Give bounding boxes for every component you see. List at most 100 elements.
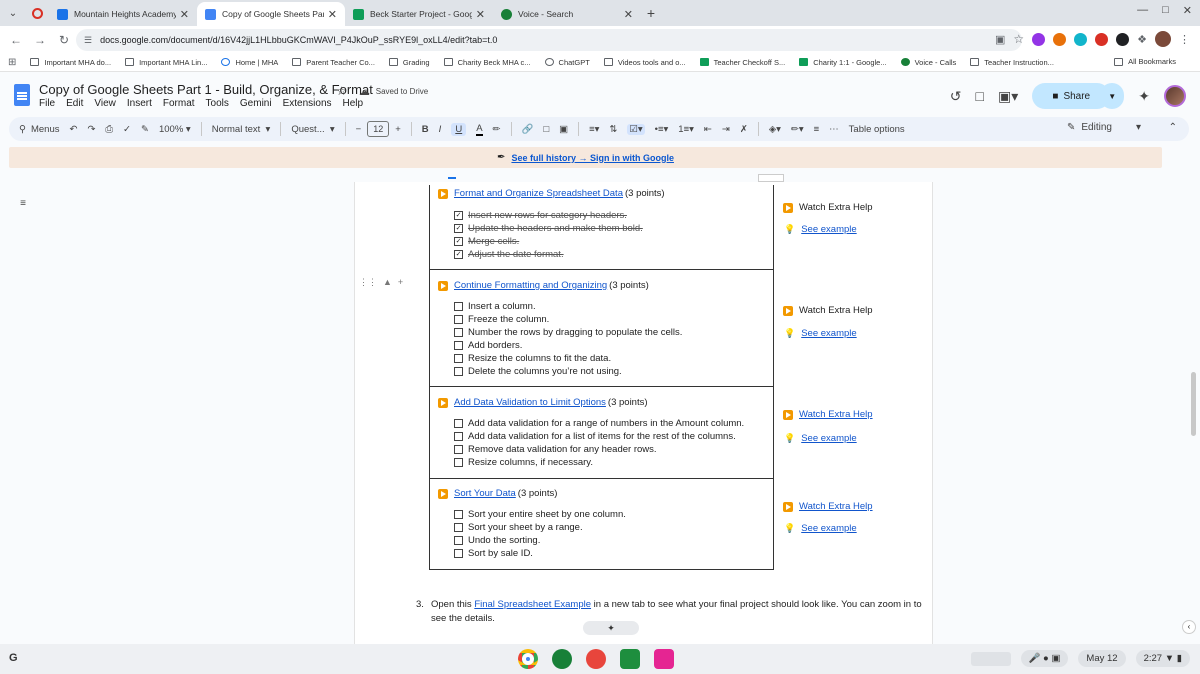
bookmark-star-icon[interactable]: ☆: [1013, 32, 1024, 46]
collapse-toolbar-icon[interactable]: ⌃: [1169, 122, 1177, 133]
image-icon[interactable]: ▣: [559, 124, 568, 135]
checkbox[interactable]: [454, 341, 463, 350]
line-spacing-icon[interactable]: ⇅: [609, 124, 617, 135]
section-link[interactable]: Add Data Validation to Limit Options: [454, 397, 606, 408]
status-pill[interactable]: 🎤 ● ▣: [1020, 650, 1069, 667]
checkbox[interactable]: [454, 432, 463, 441]
row-handle[interactable]: ⋮⋮ ▲ +: [359, 277, 403, 288]
checkbox[interactable]: [454, 458, 463, 467]
scrollbar[interactable]: [1191, 372, 1196, 436]
redo-icon[interactable]: ↷: [87, 124, 95, 135]
extension-icon[interactable]: [1032, 32, 1046, 46]
checkbox[interactable]: [454, 549, 463, 558]
checkbox[interactable]: [454, 315, 463, 324]
checklist-item[interactable]: Resize columns, if necessary.: [454, 457, 593, 468]
browser-menu-icon[interactable]: ⋮: [1179, 33, 1190, 46]
bookmark[interactable]: Important MHA do...: [30, 58, 111, 67]
cell-fill-icon[interactable]: ◈▾: [769, 124, 781, 135]
checklist-item[interactable]: Sort by sale ID.: [454, 548, 533, 559]
paint-format-icon[interactable]: ✎: [141, 124, 149, 135]
checkbox[interactable]: [454, 419, 463, 428]
bookmark[interactable]: Charity Beck MHA c...: [443, 58, 531, 67]
bookmark[interactable]: Teacher Instruction...: [970, 58, 1054, 67]
back-icon[interactable]: ←: [4, 33, 28, 47]
menu-tools[interactable]: Tools: [206, 98, 229, 109]
checklist-item[interactable]: Delete the columns you’re not using.: [454, 366, 622, 377]
menu-gemini[interactable]: Gemini: [240, 98, 272, 109]
gemini-sparkle-icon[interactable]: ✦: [1138, 88, 1150, 105]
new-tab-button[interactable]: +: [641, 5, 661, 21]
checkbox[interactable]: [454, 328, 463, 337]
see-example-link[interactable]: See example: [801, 224, 856, 235]
star-icon[interactable]: ☆: [336, 84, 347, 98]
document-outline-icon[interactable]: ≡: [12, 198, 34, 214]
checklist-item[interactable]: Number the rows by dragging to populate …: [454, 327, 682, 338]
checklist-item[interactable]: ✓ Adjust the date format.: [454, 249, 564, 260]
extension-icon[interactable]: [1116, 32, 1130, 46]
minimize-icon[interactable]: —: [1137, 4, 1148, 17]
share-button[interactable]: ■ Share: [1032, 83, 1111, 109]
print-icon[interactable]: ⎙: [105, 124, 113, 135]
comments-icon[interactable]: □: [976, 88, 984, 104]
checklist-item[interactable]: ✓ Merge cells.: [454, 236, 519, 247]
checklist-item[interactable]: Sort your sheet by a range.: [454, 522, 583, 533]
checkbox[interactable]: [454, 302, 463, 311]
style-select[interactable]: Normal text ▾: [212, 124, 271, 135]
close-tab-icon[interactable]: ✕: [180, 8, 189, 21]
border-color-icon[interactable]: ✏▾: [791, 124, 804, 135]
checklist-item[interactable]: Insert a column.: [454, 301, 536, 312]
spellcheck-icon[interactable]: ✓: [123, 124, 131, 135]
browser-tab[interactable]: Mountain Heights Academy - C ✕: [49, 2, 197, 26]
meet-icon[interactable]: ▣▾: [998, 88, 1018, 105]
recording-icon[interactable]: [32, 7, 43, 19]
font-select[interactable]: Quest... ▾: [291, 124, 334, 135]
sign-in-link[interactable]: See full history → Sign in with Google: [511, 153, 674, 163]
docs-logo-icon[interactable]: [14, 84, 30, 106]
close-tab-icon[interactable]: ✕: [624, 8, 633, 21]
column-marker[interactable]: [448, 177, 456, 179]
checklist-item[interactable]: Remove data validation for any header ro…: [454, 444, 657, 455]
screen-preview-icon[interactable]: [970, 651, 1011, 666]
extension-icon[interactable]: [1095, 32, 1109, 46]
increase-indent-icon[interactable]: ⇥: [722, 124, 730, 135]
final-example-link[interactable]: Final Spreadsheet Example: [474, 599, 591, 610]
increase-font-size-icon[interactable]: +: [395, 124, 401, 135]
menu-view[interactable]: View: [94, 98, 116, 109]
decrease-indent-icon[interactable]: ⇤: [704, 124, 712, 135]
decrease-font-size-icon[interactable]: −: [356, 124, 362, 135]
bookmark[interactable]: Charity 1:1 - Google...: [799, 58, 887, 67]
checklist-item[interactable]: Resize the columns to fit the data.: [454, 353, 611, 364]
history-icon[interactable]: ↺: [950, 88, 962, 105]
bookmark[interactable]: Grading: [388, 58, 430, 67]
checkbox[interactable]: [454, 523, 463, 532]
bullet-list-icon[interactable]: •≡▾: [655, 124, 669, 135]
classroom-app-icon[interactable]: [620, 649, 640, 669]
share-dropdown-icon[interactable]: ▼: [1100, 83, 1125, 109]
menu-help[interactable]: Help: [343, 98, 364, 109]
extension-icon[interactable]: [1074, 32, 1088, 46]
close-tab-icon[interactable]: ✕: [328, 8, 337, 21]
section-link[interactable]: Format and Organize Spreadsheet Data: [454, 188, 623, 199]
column-marker[interactable]: [758, 174, 784, 182]
checklist-item[interactable]: ✓ Insert new rows for category headers.: [454, 210, 627, 221]
bookmark[interactable]: Videos tools and o...: [603, 58, 686, 67]
checkbox[interactable]: [454, 354, 463, 363]
voice-app-icon[interactable]: [552, 649, 572, 669]
browser-tab[interactable]: Voice - Search ✕: [493, 2, 641, 26]
see-example-link[interactable]: See example: [801, 433, 856, 444]
checkbox[interactable]: [454, 536, 463, 545]
checkbox[interactable]: [454, 367, 463, 376]
menu-format[interactable]: Format: [163, 98, 195, 109]
watch-help-link[interactable]: Watch Extra Help: [799, 501, 873, 512]
underline-button[interactable]: U: [451, 122, 467, 136]
checked-box-icon[interactable]: ✓: [454, 250, 463, 259]
text-color-button[interactable]: A: [476, 123, 483, 136]
see-example-link[interactable]: See example: [801, 328, 856, 339]
browser-tab-active[interactable]: Copy of Google Sheets Part 1 - ✕: [197, 2, 345, 26]
see-example-link[interactable]: See example: [801, 523, 856, 534]
checklist-item[interactable]: Sort your entire sheet by one column.: [454, 509, 626, 520]
checkbox[interactable]: [454, 510, 463, 519]
undo-icon[interactable]: ↶: [69, 124, 77, 135]
menu-file[interactable]: File: [39, 98, 55, 109]
checklist-item[interactable]: Add data validation for a list of items …: [454, 431, 736, 442]
